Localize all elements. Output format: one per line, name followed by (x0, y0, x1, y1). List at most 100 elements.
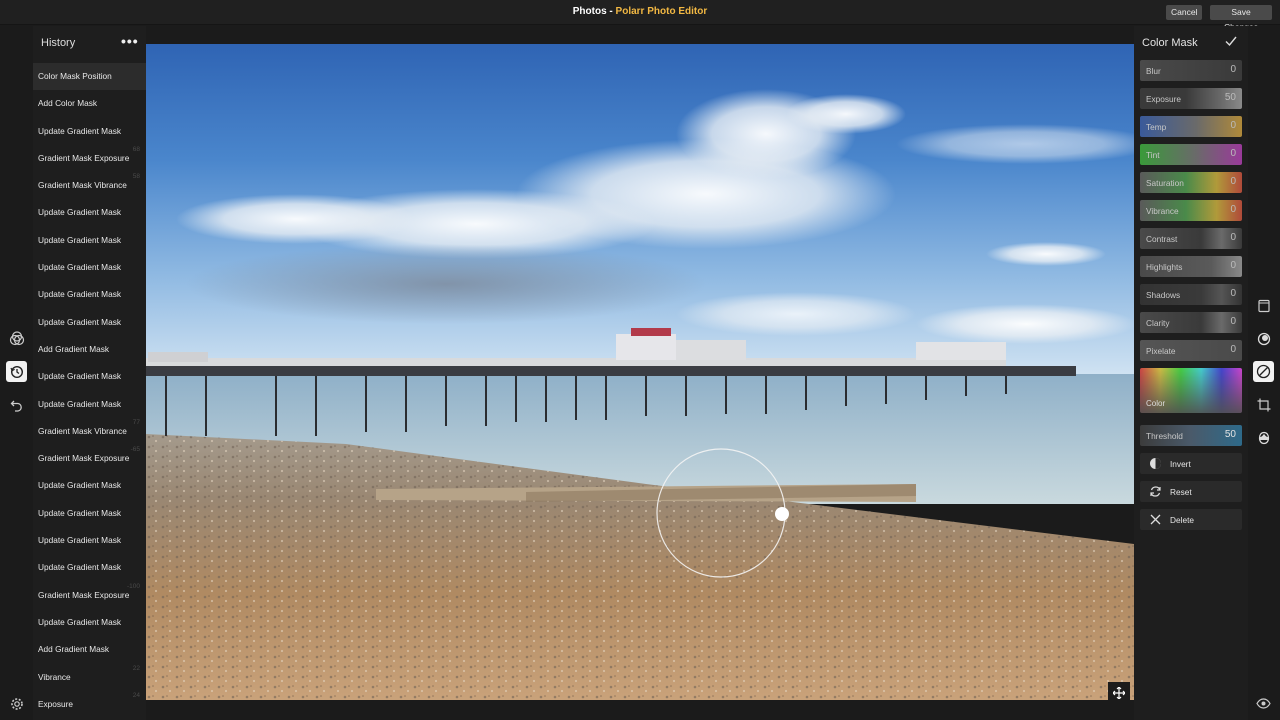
history-item[interactable]: Update Gradient Mask (33, 609, 146, 636)
history-item-value: -65 (130, 446, 140, 454)
threshold-label: Threshold (1146, 431, 1183, 441)
history-item[interactable]: Add Gradient Mask (33, 636, 146, 663)
history-item[interactable]: Color Mask Position (33, 63, 146, 91)
history-item-value: -100 (126, 582, 140, 590)
slider-value: 0 (1230, 260, 1236, 271)
history-item-value: 58 (132, 173, 140, 181)
history-item-label: Gradient Mask Exposure (38, 453, 130, 464)
close-icon (1150, 514, 1161, 525)
invert-label: Invert (1170, 459, 1191, 469)
history-item[interactable]: Update Gradient Mask (33, 472, 146, 499)
history-item[interactable]: Gradient Mask Exposure -65 (33, 445, 146, 472)
left-tool-rail (0, 26, 33, 720)
settings-gear-icon[interactable] (6, 693, 27, 714)
slider-highlights[interactable]: Highlights 0 (1140, 256, 1242, 277)
history-item[interactable]: Add Color Mask (33, 90, 146, 117)
slider-value: 0 (1230, 204, 1236, 215)
slider-value: 0 (1230, 120, 1236, 131)
invert-button[interactable]: Invert (1140, 453, 1242, 474)
window-title: Photos - Polarr Photo Editor (0, 6, 1280, 17)
slider-value: 0 (1230, 176, 1236, 187)
right-tool-rail (1248, 26, 1280, 720)
slider-label: Vibrance (1146, 206, 1179, 216)
slider-value: 0 (1230, 64, 1236, 75)
crop-icon[interactable] (1253, 394, 1274, 415)
history-item[interactable]: Gradient Mask Vibrance 58 (33, 172, 146, 199)
slider-value: 0 (1230, 148, 1236, 159)
history-item-label: Update Gradient Mask (38, 316, 122, 327)
history-item-label: Update Gradient Mask (38, 234, 122, 245)
move-handle-icon[interactable] (1108, 682, 1130, 700)
history-item[interactable]: Add Gradient Mask (33, 336, 146, 363)
history-item-label: Gradient Mask Exposure (38, 589, 130, 600)
history-item-value: 77 (132, 418, 140, 426)
history-item[interactable]: Update Gradient Mask (33, 309, 146, 336)
history-item[interactable]: Gradient Mask Exposure -100 (33, 582, 146, 609)
history-item-label: Update Gradient Mask (38, 125, 122, 136)
history-item[interactable]: Update Gradient Mask (33, 527, 146, 554)
history-list: Color Mask Position Add Color Mask Update … (33, 63, 146, 718)
history-item[interactable]: Update Gradient Mask (33, 500, 146, 527)
history-icon[interactable] (6, 361, 27, 382)
threshold-slider[interactable]: Threshold 50 (1140, 425, 1242, 446)
undo-icon[interactable] (6, 394, 27, 415)
save-changes-button[interactable]: Save Changes (1210, 5, 1272, 32)
slider-shadows[interactable]: Shadows 0 (1140, 284, 1242, 305)
confirm-check-icon[interactable] (1224, 34, 1238, 53)
history-item-label: Update Gradient Mask (38, 616, 122, 627)
history-item-label: Add Gradient Mask (38, 343, 110, 354)
slider-clarity[interactable]: Clarity 0 (1140, 312, 1242, 333)
threshold-value: 50 (1224, 429, 1236, 440)
slider-label: Saturation (1146, 178, 1184, 188)
history-item[interactable]: Update Gradient Mask (33, 254, 146, 281)
slider-temp[interactable]: Temp 0 (1140, 116, 1242, 137)
crop-frame-icon[interactable] (1253, 295, 1274, 316)
slider-tint[interactable]: Tint 0 (1140, 144, 1242, 165)
history-item[interactable]: Update Gradient Mask (33, 199, 146, 226)
color-picker[interactable]: Color (1140, 368, 1242, 413)
history-item[interactable]: Vibrance 22 (33, 664, 146, 691)
history-item-label: Update Gradient Mask (38, 507, 122, 518)
history-item-label: Update Gradient Mask (38, 371, 122, 382)
face-icon[interactable] (1253, 427, 1274, 448)
history-item[interactable]: Update Gradient Mask (33, 363, 146, 390)
slider-label: Exposure (1146, 94, 1182, 104)
slider-value: 0 (1230, 288, 1236, 299)
history-item[interactable]: Update Gradient Mask (33, 391, 146, 418)
history-item[interactable]: Update Gradient Mask (33, 227, 146, 254)
history-item[interactable]: Update Gradient Mask (33, 281, 146, 308)
slider-blur[interactable]: Blur 0 (1140, 60, 1242, 81)
photo-canvas[interactable] (146, 44, 1134, 700)
history-item[interactable]: Exposure 24 (33, 691, 146, 718)
history-item-label: Update Gradient Mask (38, 562, 122, 573)
slider-vibrance[interactable]: Vibrance 0 (1140, 200, 1242, 221)
slider-value: 0 (1230, 232, 1236, 243)
more-options-icon[interactable]: ••• (121, 33, 139, 49)
brush-mask-icon[interactable] (1253, 361, 1274, 382)
slider-exposure[interactable]: Exposure 50 (1140, 88, 1242, 109)
delete-button[interactable]: Delete (1140, 509, 1242, 530)
slider-value: 0 (1230, 316, 1236, 327)
slider-saturation[interactable]: Saturation 0 (1140, 172, 1242, 193)
history-item[interactable]: Update Gradient Mask (33, 118, 146, 145)
slider-label: Pixelate (1146, 346, 1176, 356)
cancel-button[interactable]: Cancel (1166, 5, 1202, 20)
history-item-label: Update Gradient Mask (38, 207, 122, 218)
radial-mask-icon[interactable] (1253, 328, 1274, 349)
slider-contrast[interactable]: Contrast 0 (1140, 228, 1242, 249)
delete-label: Delete (1170, 515, 1194, 525)
slider-label: Temp (1146, 122, 1167, 132)
history-item[interactable]: Gradient Mask Exposure 68 (33, 145, 146, 172)
history-item-value: 22 (132, 664, 140, 672)
history-item-label: Vibrance (38, 671, 71, 682)
history-item-value: 24 (132, 691, 140, 699)
filters-icon[interactable] (6, 328, 27, 349)
history-item-label: Color Mask Position (38, 71, 112, 81)
invert-icon (1150, 458, 1161, 469)
slider-pixelate[interactable]: Pixelate 0 (1140, 340, 1242, 361)
preview-eye-icon[interactable] (1253, 693, 1274, 714)
reset-button[interactable]: Reset (1140, 481, 1242, 502)
history-item-label: Update Gradient Mask (38, 535, 122, 546)
panel-title: Color Mask (1142, 37, 1198, 49)
history-item[interactable]: Gradient Mask Vibrance 77 (33, 418, 146, 445)
